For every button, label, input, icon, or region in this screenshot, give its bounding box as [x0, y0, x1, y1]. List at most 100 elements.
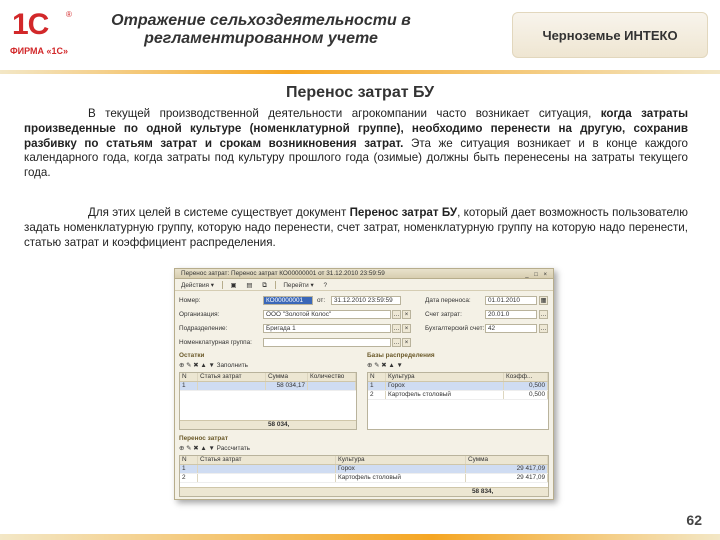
table-row[interactable]: 1 Горох 0,500: [368, 382, 548, 391]
move-down-icon[interactable]: ▼: [209, 445, 215, 452]
column-header[interactable]: Коэфф...: [504, 373, 548, 381]
1c-logo: 1С ® ФИРМА «1С»: [8, 6, 80, 62]
distribution-bases-toolbar: ⊕ ✎ ✖ ▲ ▼: [367, 361, 403, 370]
fill-button[interactable]: Заполнить: [217, 362, 248, 369]
actions-menu-button[interactable]: Действия ▾: [179, 280, 216, 291]
cost-item-cell[interactable]: [198, 382, 266, 390]
column-header[interactable]: N: [368, 373, 386, 381]
organization-field[interactable]: ООО "Золотой Колос": [263, 310, 391, 319]
move-up-icon[interactable]: ▲: [200, 445, 206, 452]
crop-cell[interactable]: Горох: [336, 465, 466, 473]
slide-title-line1: Отражение сельхоздеятельности в: [111, 12, 411, 29]
crop-cell[interactable]: Картофель столовый: [386, 391, 504, 399]
column-header[interactable]: Количество: [308, 373, 356, 381]
add-row-icon[interactable]: ⊕: [179, 445, 184, 452]
move-down-icon[interactable]: ▼: [209, 362, 215, 369]
logo-firm: ФИРМА «1С»: [10, 46, 69, 56]
paragraph-1-text: В текущей производственной деятельности …: [88, 107, 601, 120]
table-footer: 58 834,: [180, 487, 548, 496]
move-up-icon[interactable]: ▲: [388, 362, 394, 369]
number-label: Номер:: [179, 297, 201, 304]
nomenclature-group-select-icon[interactable]: …: [392, 338, 401, 347]
window-toolbar: Действия ▾ ▣ ▤ ⧉ Перейти ▾ ?: [175, 280, 553, 291]
crop-cell[interactable]: Горох: [386, 382, 504, 390]
copy-icon[interactable]: ⧉: [260, 280, 269, 291]
cost-transfer-title: Перенос затрат: [179, 435, 228, 442]
number-field[interactable]: КО00000001: [263, 296, 313, 305]
transfer-date-field[interactable]: 01.01.2010: [485, 296, 537, 305]
cost-item-cell[interactable]: [198, 474, 336, 482]
organization-clear-icon[interactable]: ×: [402, 310, 411, 319]
accounting-account-select-icon[interactable]: …: [539, 324, 548, 333]
move-up-icon[interactable]: ▲: [200, 362, 206, 369]
window-title-bar[interactable]: Перенос затрат: Перенос затрат КО0000000…: [175, 269, 553, 279]
column-header[interactable]: Сумма: [266, 373, 308, 381]
amount-cell[interactable]: 29 417,09: [466, 474, 548, 482]
table-row[interactable]: 2 Картофель столовый 29 417,09: [180, 474, 548, 483]
add-row-icon[interactable]: ⊕: [367, 362, 372, 369]
nomenclature-group-clear-icon[interactable]: ×: [402, 338, 411, 347]
table-row[interactable]: 1 58 034,17: [180, 382, 356, 391]
registered-icon: ®: [66, 10, 72, 19]
edit-row-icon[interactable]: ✎: [186, 445, 191, 452]
amount-cell[interactable]: 58 034,17: [266, 382, 308, 390]
calculate-button[interactable]: Рассчитать: [217, 445, 250, 452]
cost-transfer-total: 58 834,: [472, 488, 494, 495]
column-header[interactable]: Статья затрат: [198, 456, 336, 464]
column-header[interactable]: Культура: [336, 456, 466, 464]
nomenclature-group-field[interactable]: [263, 338, 391, 347]
balances-toolbar: ⊕ ✎ ✖ ▲ ▼ Заполнить: [179, 361, 248, 370]
paragraph-2: Для этих целей в системе существует доку…: [24, 206, 688, 250]
delete-row-icon[interactable]: ✖: [381, 362, 386, 369]
department-select-icon[interactable]: …: [392, 324, 401, 333]
quantity-cell[interactable]: [308, 382, 356, 390]
edit-row-icon[interactable]: ✎: [374, 362, 379, 369]
row-number: 2: [368, 391, 386, 399]
cost-account-select-icon[interactable]: …: [539, 310, 548, 319]
table-row[interactable]: 1 Горох 29 417,09: [180, 465, 548, 474]
window-controls[interactable]: _ □ ×: [525, 270, 549, 280]
save-icon[interactable]: ▣: [229, 280, 239, 291]
column-header[interactable]: N: [180, 456, 198, 464]
date-field[interactable]: 31.12.2010 23:59:59: [331, 296, 401, 305]
slide-title: Отражение сельхоздеятельности в регламен…: [96, 12, 426, 48]
table-header: N Статья затрат Сумма Количество: [180, 373, 356, 382]
post-icon[interactable]: ▤: [244, 280, 254, 291]
transfer-date-calendar-icon[interactable]: ▦: [539, 296, 548, 305]
column-header[interactable]: Культура: [386, 373, 504, 381]
cost-account-field[interactable]: 20.01.0: [485, 310, 537, 319]
crop-cell[interactable]: Картофель столовый: [336, 474, 466, 482]
company-badge: Черноземье ИНТЕКО: [512, 12, 708, 58]
slide-title-line2: регламентированном учете: [144, 30, 378, 47]
accounting-account-field[interactable]: 42: [485, 324, 537, 333]
coefficient-cell[interactable]: 0,500: [504, 382, 548, 390]
row-number: 1: [368, 382, 386, 390]
column-header[interactable]: N: [180, 373, 198, 381]
column-header[interactable]: Сумма: [466, 456, 548, 464]
delete-row-icon[interactable]: ✖: [193, 445, 198, 452]
logo-mark: 1С: [12, 8, 49, 41]
cost-item-cell[interactable]: [198, 465, 336, 473]
move-down-icon[interactable]: ▼: [397, 362, 403, 369]
edit-row-icon[interactable]: ✎: [186, 362, 191, 369]
paragraph-2-text: Для этих целей в системе существует доку…: [88, 206, 350, 219]
table-header: N Статья затрат Культура Сумма: [180, 456, 548, 465]
goto-menu-button[interactable]: Перейти ▾: [281, 280, 315, 291]
amount-cell[interactable]: 29 417,09: [466, 465, 548, 473]
balances-table: N Статья затрат Сумма Количество 1 58 03…: [179, 372, 357, 430]
add-row-icon[interactable]: ⊕: [179, 362, 184, 369]
column-header[interactable]: Статья затрат: [198, 373, 266, 381]
table-row[interactable]: 2 Картофель столовый 0,500: [368, 391, 548, 400]
row-number: 2: [180, 474, 198, 482]
coefficient-cell[interactable]: 0,500: [504, 391, 548, 399]
department-clear-icon[interactable]: ×: [402, 324, 411, 333]
balances-total: 58 034,: [268, 421, 290, 428]
row-number: 1: [180, 465, 198, 473]
department-field[interactable]: Бригада 1: [263, 324, 391, 333]
balances-title: Остатки: [179, 352, 205, 359]
toolbar-separator: [221, 281, 223, 290]
delete-row-icon[interactable]: ✖: [193, 362, 198, 369]
section-title: Перенос затрат БУ: [285, 84, 435, 101]
help-button[interactable]: ?: [321, 280, 329, 291]
organization-select-icon[interactable]: …: [392, 310, 401, 319]
